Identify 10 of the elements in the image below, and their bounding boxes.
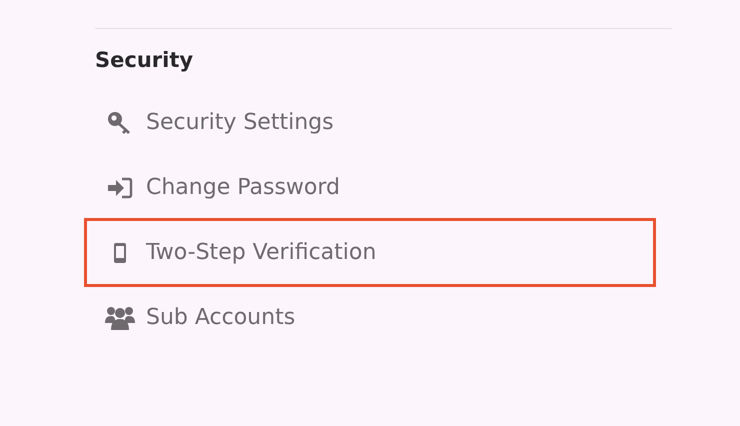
- menu-item-label: Change Password: [146, 175, 340, 200]
- phone-icon: [113, 242, 127, 264]
- users-icon: [105, 306, 135, 330]
- key-icon: [107, 110, 133, 134]
- sign-in-icon: [107, 176, 133, 198]
- highlighted-menu-item[interactable]: Two-Step Verification: [84, 218, 656, 287]
- section-heading: Security: [95, 47, 194, 74]
- menu-item-label: Two-Step Verification: [146, 240, 376, 265]
- menu-item-label: Security Settings: [146, 110, 334, 135]
- menu-item-label: Sub Accounts: [146, 305, 296, 330]
